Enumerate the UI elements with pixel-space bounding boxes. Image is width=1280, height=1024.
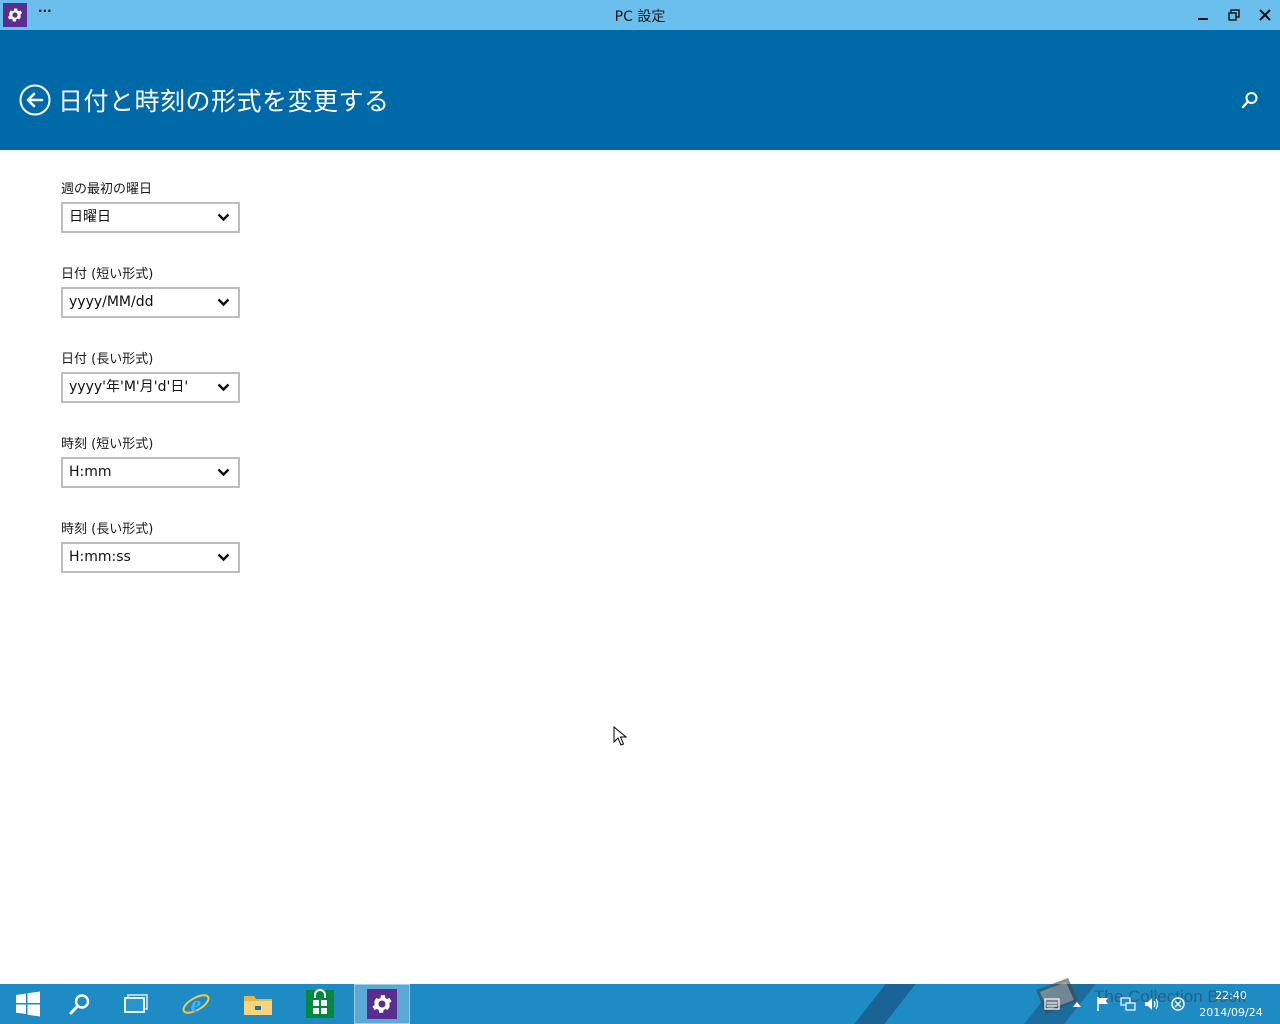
taskbar-search-button[interactable] (52, 984, 108, 1024)
internet-explorer-button[interactable]: e (168, 984, 224, 1024)
minimize-button[interactable] (1188, 0, 1218, 30)
pc-settings-taskbar-button[interactable] (354, 984, 410, 1024)
back-arrow-icon[interactable] (19, 84, 51, 116)
first-day-of-week-setting: 週の最初の曜日 日曜日 (61, 180, 261, 233)
dropdown-value: yyyy/MM/dd (69, 294, 154, 310)
disconnected-icon[interactable] (1170, 996, 1186, 1012)
minimize-icon (1198, 18, 1208, 20)
show-hidden-icons-icon[interactable] (1072, 1000, 1082, 1008)
taskbar-decoration (854, 984, 916, 1024)
mouse-pointer-icon (613, 726, 627, 746)
page-header: 日付と時刻の形式を変更する (0, 30, 1280, 150)
long-date-setting: 日付 (長い形式) yyyy'年'M'月'd'日' (61, 350, 261, 403)
task-view-button[interactable] (108, 984, 164, 1024)
task-view-icon (124, 994, 148, 1013)
file-explorer-icon (244, 996, 272, 1015)
dropdown-value: 日曜日 (69, 209, 111, 225)
dropdown-value: H:mm (69, 464, 112, 480)
keyboard-icon[interactable] (1044, 998, 1060, 1010)
restore-icon (1228, 9, 1240, 21)
short-date-setting: 日付 (短い形式) yyyy/MM/dd (61, 265, 261, 318)
close-button[interactable] (1250, 0, 1280, 30)
chevron-down-icon (217, 298, 230, 307)
start-icon (16, 991, 40, 1017)
notification-tray (1044, 984, 1186, 1024)
svg-text:e: e (191, 992, 202, 1018)
setting-label: 日付 (短い形式) (61, 267, 154, 282)
restore-button[interactable] (1219, 0, 1249, 30)
chevron-down-icon (217, 553, 230, 562)
setting-label: 時刻 (短い形式) (61, 437, 154, 452)
long-time-setting: 時刻 (長い形式) H:mm:ss (61, 520, 261, 573)
short-date-dropdown[interactable]: yyyy/MM/dd (61, 287, 240, 318)
window-title: PC 設定 (614, 9, 666, 25)
setting-label: 週の最初の曜日 (61, 182, 153, 197)
page-title: 日付と時刻の形式を変更する (58, 87, 390, 116)
long-date-dropdown[interactable]: yyyy'年'M'月'd'日' (61, 372, 240, 403)
clock-time: 22:40 (1215, 989, 1247, 1002)
setting-label: 日付 (長い形式) (61, 352, 154, 367)
dropdown-value: yyyy'年'M'月'd'日' (69, 379, 189, 395)
pc-settings-icon (367, 989, 397, 1019)
chevron-down-icon (217, 383, 230, 392)
long-time-dropdown[interactable]: H:mm:ss (61, 542, 240, 573)
action-center-flag-icon[interactable] (1096, 996, 1110, 1012)
store-button[interactable] (292, 984, 348, 1024)
start-button[interactable] (0, 984, 56, 1024)
network-icon[interactable] (1120, 996, 1136, 1012)
short-time-setting: 時刻 (短い形式) H:mm (61, 435, 261, 488)
chevron-down-icon (217, 213, 230, 222)
title-bar: ··· PC 設定 (0, 0, 1280, 30)
taskbar-clock[interactable]: 22:40 2014/09/24 (1196, 987, 1266, 1021)
taskbar: e The Collection Book 22:40 2014/09/24 (0, 978, 1280, 1024)
clock-date: 2014/09/24 (1199, 1006, 1263, 1019)
first-day-of-week-dropdown[interactable]: 日曜日 (61, 202, 240, 233)
search-icon[interactable] (1240, 90, 1260, 110)
store-icon (306, 989, 334, 1018)
internet-explorer-icon: e (182, 992, 210, 1018)
chevron-down-icon (217, 468, 230, 477)
dropdown-value: H:mm:ss (69, 549, 131, 565)
volume-icon[interactable] (1144, 996, 1160, 1012)
setting-label: 時刻 (長い形式) (61, 522, 154, 537)
close-icon (1259, 9, 1271, 21)
file-explorer-button[interactable] (230, 984, 286, 1024)
short-time-dropdown[interactable]: H:mm (61, 457, 240, 488)
search-icon (69, 994, 90, 1015)
